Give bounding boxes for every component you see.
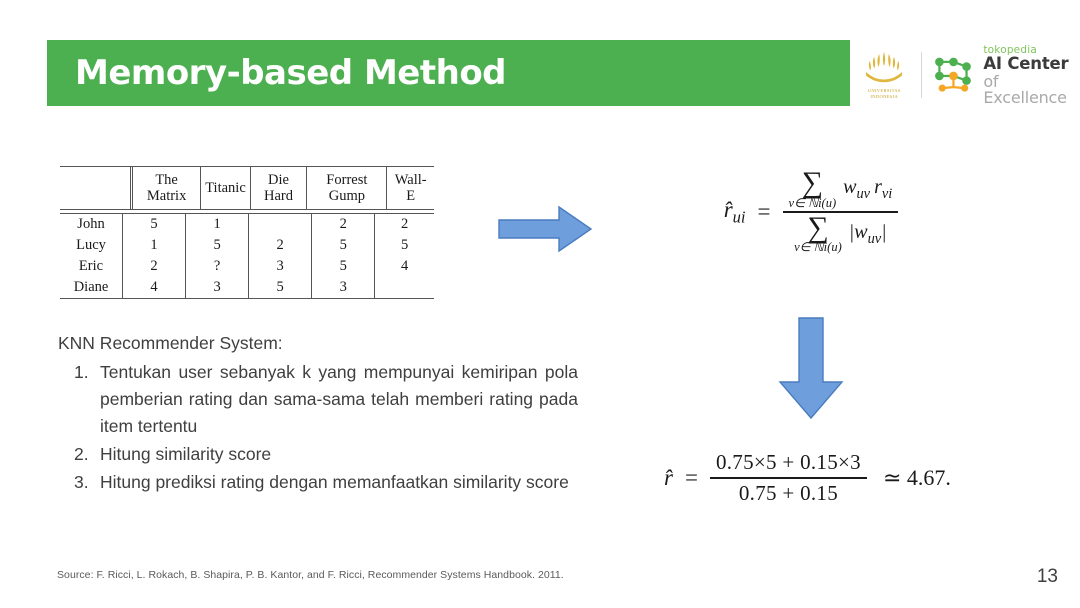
down-arrow-icon <box>778 317 844 420</box>
step-number: 3. <box>74 472 89 492</box>
formula-lhs: r̂ui <box>723 196 746 227</box>
result-lhs: r̂ <box>664 464 673 490</box>
column-header-titanic: Titanic <box>200 167 251 209</box>
formula-equals: = <box>757 198 771 224</box>
result-denominator: 0.75 + 0.15 <box>738 480 839 505</box>
page-number: 13 <box>1036 566 1058 587</box>
right-arrow-icon <box>498 205 593 253</box>
step-text: Hitung similarity score <box>100 444 272 464</box>
column-header-die-hard: Die Hard <box>249 167 307 209</box>
of-excellence-label: of Excellence <box>983 71 1067 107</box>
universitas-indonesia-logo: UNIVERSITAS INDONESIA <box>858 45 911 105</box>
prediction-formula: r̂ui = ∑ v∈ ℕi(u) wuv rvi ∑ v∈ ℕi(u) |wu… <box>676 168 946 256</box>
formula-fraction: ∑ v∈ ℕi(u) wuv rvi ∑ v∈ ℕi(u) |wuv| <box>782 168 899 256</box>
cell-john-titanic: 1 <box>185 214 249 235</box>
knn-heading: KNN Recommender System: <box>58 333 283 353</box>
table-body: John 5 1 2 2 Lucy 1 5 2 5 5 Eric 2 ? 3 5 <box>60 214 434 298</box>
table-row: Eric 2 ? 3 5 4 <box>60 256 434 277</box>
column-header-forrest-gump: Forrest Gump <box>306 167 387 209</box>
user-item-ratings-body: John 5 1 2 2 Lucy 1 5 2 5 5 Eric 2 ? 3 5 <box>60 214 434 298</box>
step-number: 1. <box>74 362 89 382</box>
title-banner: Memory-based Method <box>47 40 850 106</box>
column-header-the-matrix: The Matrix <box>129 167 201 209</box>
row-user-lucy: Lucy <box>76 237 106 253</box>
summation-icon: ∑ <box>807 210 829 244</box>
makara-icon <box>863 50 905 86</box>
result-numerator: 0.75×5 + 0.15×3 <box>715 450 861 474</box>
result-value: ≃ 4.67. <box>882 464 951 490</box>
cell-diane-the-matrix: 4 <box>121 277 186 298</box>
cell-lucy-wall-e: 5 <box>374 235 434 256</box>
row-user-eric: Eric <box>78 258 104 274</box>
table-row: John 5 1 2 2 <box>60 214 434 235</box>
cell-eric-wall-e: 4 <box>374 256 434 277</box>
formula-denominator: ∑ v∈ ℕi(u) |wuv| <box>788 210 893 256</box>
cell-diane-forrest-gump: 3 <box>311 277 375 298</box>
denominator-sum-subscript: v∈ ℕi(u) <box>794 240 842 255</box>
step-text: Tentukan user sebanyak k yang mempunyai … <box>100 362 578 436</box>
cell-eric-forrest-gump: 5 <box>311 256 375 277</box>
cell-john-die-hard <box>248 214 312 235</box>
table-corner-cell <box>60 167 132 209</box>
cell-eric-the-matrix: 2 <box>121 256 186 277</box>
list-item: 2. Hitung similarity score <box>58 441 578 468</box>
step-text: Hitung prediksi rating dengan memanfaatk… <box>100 472 569 492</box>
tokopedia-wordmark: tokopedia AI Center of Excellence <box>983 44 1080 107</box>
column-header-wall-e: Wall-E <box>386 167 434 209</box>
result-fraction: 0.75×5 + 0.15×3 0.75 + 0.15 <box>709 448 867 508</box>
cell-john-the-matrix: 5 <box>121 214 186 235</box>
source-citation: Source: F. Ricci, L. Rokach, B. Shapira,… <box>57 569 564 581</box>
cell-john-wall-e: 2 <box>374 214 434 235</box>
knn-steps-list: 1. Tentukan user sebanyak k yang mempuny… <box>58 359 578 496</box>
row-user-diane: Diane <box>73 279 109 295</box>
knn-steps-block: KNN Recommender System: 1. Tentukan user… <box>58 330 578 497</box>
table-head: The Matrix Titanic Die Hard Forrest Gump… <box>60 167 434 209</box>
row-user-john: John <box>77 216 105 232</box>
cell-lucy-the-matrix: 1 <box>121 235 186 256</box>
cell-john-forrest-gump: 2 <box>311 214 375 235</box>
table-bottom-rule <box>60 298 434 299</box>
summation-icon: ∑ <box>801 166 824 199</box>
cell-eric-die-hard: 3 <box>248 256 312 277</box>
formula-numerator: ∑ v∈ ℕi(u) wuv rvi <box>783 168 899 211</box>
user-item-ratings-table: The Matrix Titanic Die Hard Forrest Gump… <box>60 167 434 209</box>
table-row: Diane 4 3 5 3 <box>60 277 434 298</box>
cell-diane-die-hard: 5 <box>248 277 312 298</box>
ratings-table-container: The Matrix Titanic Die Hard Forrest Gump… <box>60 166 434 299</box>
numerator-sum-subscript: v∈ ℕi(u) <box>788 195 837 210</box>
page-title: Memory-based Method <box>75 53 507 93</box>
list-item: 1. Tentukan user sebanyak k yang mempuny… <box>58 359 578 440</box>
cell-lucy-titanic: 5 <box>185 235 249 256</box>
network-nodes-icon <box>935 57 972 92</box>
cell-lucy-forrest-gump: 5 <box>311 235 375 256</box>
university-caption: UNIVERSITAS INDONESIA <box>867 88 901 99</box>
logo-divider <box>920 52 922 98</box>
denominator-terms: |wuv| <box>848 220 887 247</box>
cell-lucy-die-hard: 2 <box>248 235 312 256</box>
cell-eric-titanic: ? <box>185 256 249 277</box>
table-row: Lucy 1 5 2 5 5 <box>60 235 434 256</box>
logo-row: UNIVERSITAS INDONESIA tokopedia AI Cente… <box>858 44 1080 106</box>
step-number: 2. <box>74 444 89 464</box>
list-item: 3. Hitung prediksi rating dengan memanfa… <box>58 469 578 496</box>
tokopedia-ai-center-logo: tokopedia AI Center of Excellence <box>931 44 1080 107</box>
ai-center-label: AI Center <box>983 54 1069 73</box>
result-equals: = <box>684 464 698 490</box>
cell-diane-titanic: 3 <box>185 277 249 298</box>
numerator-terms: wuv rvi <box>843 176 893 202</box>
numeric-example-formula: r̂ = 0.75×5 + 0.15×3 0.75 + 0.15 ≃ 4.67. <box>664 448 1014 508</box>
table-header-row: The Matrix Titanic Die Hard Forrest Gump… <box>60 167 434 209</box>
cell-diane-wall-e <box>374 277 434 298</box>
